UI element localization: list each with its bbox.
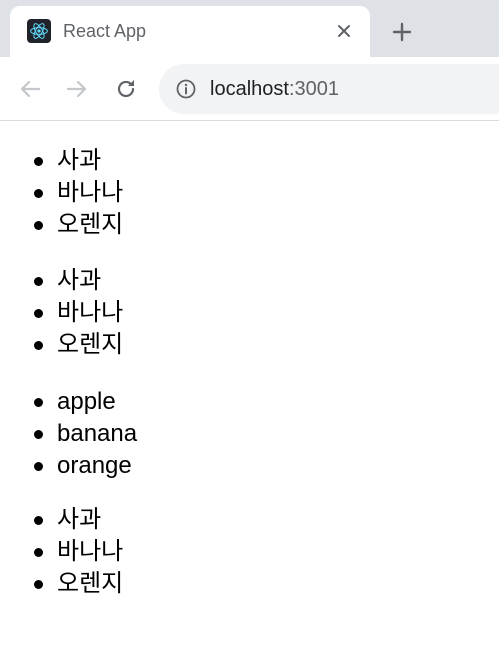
arrow-left-icon[interactable] bbox=[16, 75, 44, 103]
react-logo-icon bbox=[27, 19, 51, 43]
browser-tab-active[interactable]: React App bbox=[10, 6, 370, 57]
list-item: banana bbox=[34, 418, 499, 450]
arrow-right-icon[interactable] bbox=[63, 75, 91, 103]
reload-icon[interactable] bbox=[112, 75, 140, 103]
fruit-list: 사과 바나나 오렌지 bbox=[0, 265, 499, 361]
page-content: 사과 바나나 오렌지 사과 바나나 오렌지 apple banana orang… bbox=[0, 121, 499, 600]
url-host: localhost bbox=[210, 78, 289, 100]
tab-title: React App bbox=[63, 21, 147, 41]
list-item: 오렌지 bbox=[34, 329, 499, 361]
list-item: 사과 bbox=[34, 504, 499, 536]
fruit-list: apple banana orange bbox=[0, 386, 499, 482]
address-bar[interactable]: localhost:3001 bbox=[159, 64, 499, 114]
url-text[interactable]: localhost:3001 bbox=[210, 77, 339, 101]
close-icon[interactable] bbox=[332, 19, 356, 43]
url-port: :3001 bbox=[288, 78, 339, 100]
list-item: 바나나 bbox=[34, 297, 499, 329]
list-item: 바나나 bbox=[34, 536, 499, 568]
tab-strip: React App bbox=[0, 0, 499, 57]
info-icon[interactable] bbox=[175, 78, 197, 100]
list-item: apple bbox=[34, 386, 499, 418]
browser-toolbar: localhost:3001 bbox=[0, 57, 499, 121]
list-item: 사과 bbox=[34, 265, 499, 297]
list-item: orange bbox=[34, 450, 499, 482]
list-item: 오렌지 bbox=[34, 209, 499, 241]
plus-icon[interactable] bbox=[388, 18, 416, 46]
list-item: 사과 bbox=[34, 145, 499, 177]
list-item: 오렌지 bbox=[34, 568, 499, 600]
fruit-list: 사과 바나나 오렌지 bbox=[0, 145, 499, 241]
list-item: 바나나 bbox=[34, 177, 499, 209]
fruit-list: 사과 바나나 오렌지 bbox=[0, 504, 499, 600]
